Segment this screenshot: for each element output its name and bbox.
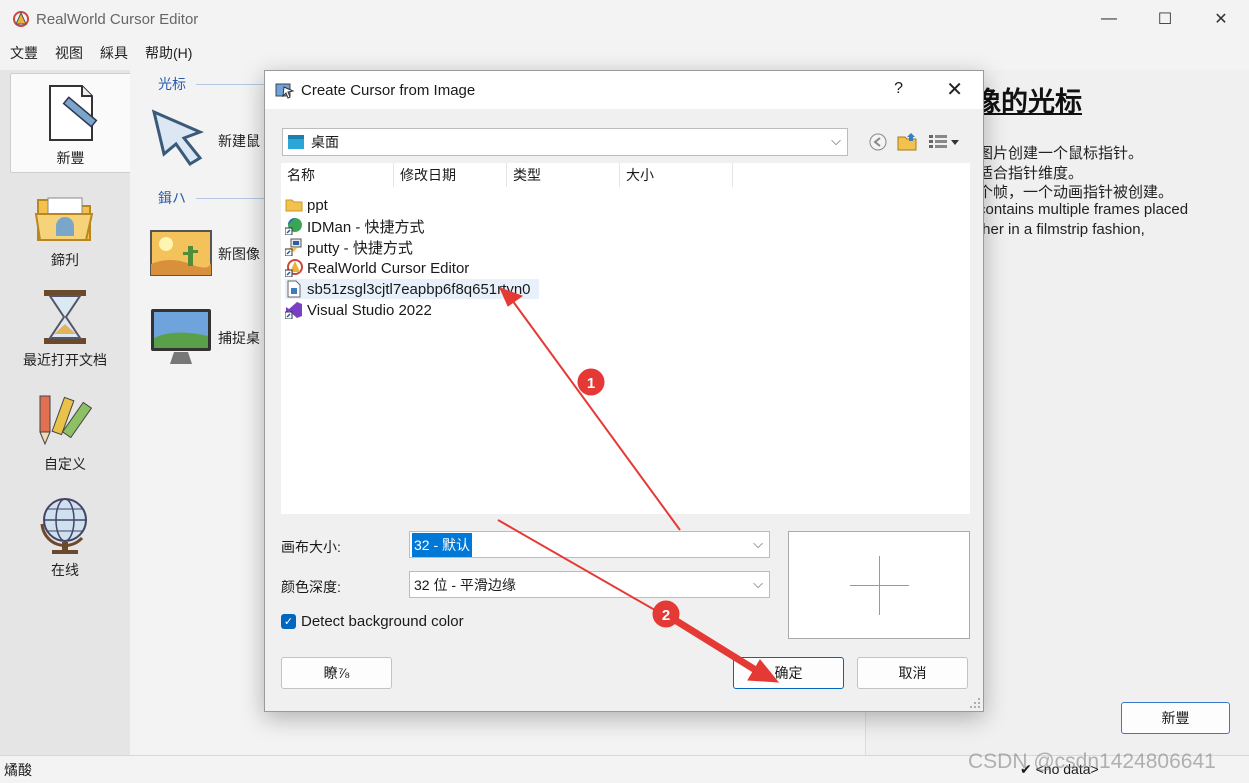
file-row[interactable]: RealWorld Cursor Editor [285, 258, 477, 278]
description-line: ther in a filmstrip fashion, [978, 221, 1145, 238]
arrow-cursor-icon [151, 109, 204, 166]
dialog-close-button[interactable]: ✕ [946, 77, 963, 102]
column-name[interactable]: 名称 [281, 163, 394, 187]
file-row[interactable]: Visual Studio 2022 [285, 300, 440, 320]
sidebar-item-recent[interactable]: 最近打开文档 [0, 288, 130, 370]
file-list[interactable]: 名称 修改日期 类型 大小 ppt IDMan - 快捷方式 putty - 快… [281, 163, 970, 514]
sidebar-item-online[interactable]: 在线 [0, 494, 130, 580]
file-name: sb51zsgl3cjtl7eapbp6f8q651rtyn0 [307, 280, 531, 298]
column-modified[interactable]: 修改日期 [394, 163, 507, 187]
watermark: CSDN @csdn1424806641 [968, 750, 1216, 773]
up-folder-icon[interactable] [896, 131, 918, 153]
file-name: ppt [307, 196, 328, 214]
monitor-icon [151, 309, 211, 364]
column-type[interactable]: 类型 [507, 163, 620, 187]
sidebar-item-label: 新豐 [56, 150, 85, 166]
file-name: IDMan - 快捷方式 [307, 218, 425, 236]
file-row[interactable]: IDMan - 快捷方式 [285, 216, 433, 236]
maximize-button[interactable]: ☐ [1137, 0, 1193, 38]
sidebar-item-label: 鍗刋 [51, 252, 79, 268]
help-dialog-button[interactable]: 瞭⅞ [281, 657, 392, 689]
status-text: 燏酸 [4, 761, 32, 778]
cancel-button[interactable]: 取消 [857, 657, 968, 689]
chevron-down-icon: ⌵ [753, 536, 763, 551]
detect-background-checkbox[interactable]: ✓ [281, 614, 296, 629]
menu-help[interactable]: 帮助(H) [145, 43, 192, 63]
minimize-button[interactable]: — [1081, 0, 1137, 38]
chevron-down-icon: ⌵ [831, 133, 841, 148]
putty-shortcut-icon [285, 238, 302, 256]
description-line: contains multiple frames placed [978, 201, 1189, 218]
description-line: 图片创建一个鼠标指针。 [978, 145, 1144, 162]
description-line: 适合指针维度。 [978, 165, 1084, 182]
hourglass-icon [44, 290, 86, 344]
file-name: RealWorld Cursor Editor [307, 259, 470, 277]
menu-bar: 文豐 视图 綵具 帮助(H) [0, 40, 1249, 66]
file-row-selected[interactable]: sb51zsgl3cjtl7eapbp6f8q651rtyn0 [285, 279, 539, 299]
realworld-shortcut-icon [285, 259, 303, 277]
section-image-label: 鍓ハ [158, 190, 186, 206]
create-cursor-dialog: Create Cursor from Image ? ✕ 桌面 ⌵ 名称 修改日… [264, 70, 984, 712]
view-menu-icon[interactable] [927, 131, 963, 153]
location-value: 桌面 [311, 134, 339, 150]
color-depth-value: 32 位 - 平滑边缘 [414, 576, 516, 593]
sidebar-item-customize[interactable]: 自定义 [0, 392, 130, 474]
capture-desktop-item[interactable]: 捕捉桌 [218, 328, 260, 348]
section-divider [196, 84, 266, 85]
section-cursor-label: 光标 [158, 76, 186, 92]
desert-image-icon [150, 230, 212, 276]
help-button[interactable]: ? [894, 80, 903, 98]
sidebar-item-label: 在线 [51, 562, 79, 578]
title-bar: RealWorld Cursor Editor — ☐ ✕ [0, 0, 1249, 38]
window-title: RealWorld Cursor Editor [36, 10, 199, 28]
image-preview [788, 531, 970, 639]
description-title: 像的光标 [974, 87, 1082, 118]
canvas-size-value: 32 - 默认 [412, 532, 473, 557]
dialog-title: Create Cursor from Image [301, 81, 476, 99]
visual-studio-icon [285, 302, 302, 319]
open-folder-icon [34, 197, 94, 241]
menu-tools[interactable]: 綵具 [100, 43, 128, 63]
color-depth-select[interactable]: 32 位 - 平滑边缘 ⌵ [409, 571, 770, 598]
file-name: putty - 快捷方式 [307, 239, 413, 257]
new-cursor-item[interactable]: 新建鼠 [218, 131, 260, 151]
column-size[interactable]: 大小 [620, 163, 733, 187]
dialog-app-icon [275, 83, 295, 99]
file-row[interactable]: putty - 快捷方式 [285, 237, 421, 257]
detect-background-row[interactable]: ✓ Detect background color [281, 613, 464, 630]
sidebar-item-open[interactable]: 鍗刋 [0, 188, 130, 270]
idm-shortcut-icon [285, 218, 302, 235]
canvas-size-select[interactable]: 32 - 默认 ⌵ [409, 531, 770, 558]
menu-view[interactable]: 视图 [55, 43, 83, 63]
menu-file[interactable]: 文豐 [10, 43, 38, 63]
file-icon [287, 280, 301, 298]
sidebar-item-new[interactable]: 新豐 [10, 73, 130, 173]
sidebar-item-label: 自定义 [44, 456, 86, 472]
app-logo-icon [13, 11, 29, 27]
resize-grip-icon[interactable] [969, 697, 981, 709]
chevron-down-icon: ⌵ [753, 576, 763, 591]
section-divider [196, 198, 266, 199]
ok-button[interactable]: 确定 [733, 657, 844, 689]
color-depth-label: 颜色深度: [281, 579, 341, 595]
location-combo[interactable]: 桌面 ⌵ [282, 128, 848, 156]
globe-icon [40, 498, 87, 554]
new-from-image-item[interactable]: 新图像 [218, 244, 260, 264]
file-row[interactable]: ppt [285, 195, 336, 215]
dialog-title-bar: Create Cursor from Image ? ✕ [265, 71, 983, 109]
canvas-size-label: 画布大小: [281, 539, 341, 555]
close-window-button[interactable]: ✕ [1193, 0, 1249, 38]
preview-crosshair-v [879, 556, 880, 615]
sidebar-item-label: 最近打开文档 [23, 352, 107, 368]
detect-background-label: Detect background color [301, 613, 464, 630]
desktop-icon [288, 135, 304, 149]
description-line: 个帧，一个动画指针被创建。 [978, 184, 1174, 201]
sidebar: 新豐 鍗刋 最近打开文档 自定义 在线 [0, 70, 130, 755]
new-document-icon [48, 85, 97, 141]
folder-icon [285, 199, 303, 212]
pencils-icon [39, 395, 93, 446]
back-icon[interactable] [867, 131, 889, 153]
file-name: Visual Studio 2022 [307, 301, 432, 319]
new-button[interactable]: 新豐 [1121, 702, 1230, 734]
